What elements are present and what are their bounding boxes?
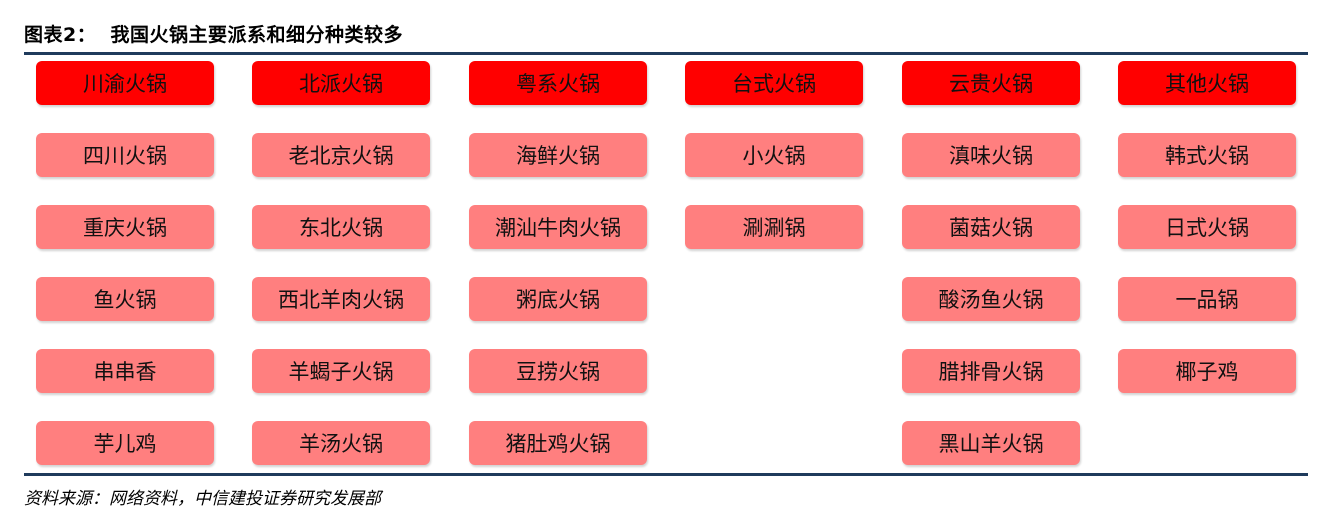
- subtype-tag: 粥底火锅: [469, 277, 647, 321]
- subtype-tag: 猪肚鸡火锅: [469, 421, 647, 465]
- subtype-tag: 羊蝎子火锅: [252, 349, 430, 393]
- figure-title: 图表2： 我国火锅主要派系和细分种类较多: [24, 24, 403, 46]
- subtype-tag: 鱼火锅: [36, 277, 214, 321]
- subtype-tag: 串串香: [36, 349, 214, 393]
- subtype-tag: 涮涮锅: [685, 205, 863, 249]
- subtype-tag: 腊排骨火锅: [902, 349, 1080, 393]
- subtype-tag: 重庆火锅: [36, 205, 214, 249]
- subtype-tag: 四川火锅: [36, 133, 214, 177]
- category-header: 北派火锅: [252, 61, 430, 105]
- subtype-tag: 西北羊肉火锅: [252, 277, 430, 321]
- subtype-tag: 椰子鸡: [1118, 349, 1296, 393]
- subtype-tag: 黑山羊火锅: [902, 421, 1080, 465]
- subtype-tag: 酸汤鱼火锅: [902, 277, 1080, 321]
- subtype-tag: 韩式火锅: [1118, 133, 1296, 177]
- hotpot-category-grid: 川渝火锅四川火锅重庆火锅鱼火锅串串香芋儿鸡 北派火锅老北京火锅东北火锅西北羊肉火锅…: [36, 61, 1296, 467]
- figure-header: 图表2： 我国火锅主要派系和细分种类较多: [24, 14, 1306, 50]
- category-header: 台式火锅: [685, 61, 863, 105]
- category-header: 其他火锅: [1118, 61, 1296, 105]
- subtype-tag: 日式火锅: [1118, 205, 1296, 249]
- subtype-tag: 菌菇火锅: [902, 205, 1080, 249]
- top-rule: [24, 52, 1308, 55]
- category-header: 川渝火锅: [36, 61, 214, 105]
- source-note: 资料来源：网络资料，中信建投证券研究发展部: [24, 489, 381, 509]
- subtype-tag: 滇味火锅: [902, 133, 1080, 177]
- subtype-tag: 羊汤火锅: [252, 421, 430, 465]
- subtype-tag: 豆捞火锅: [469, 349, 647, 393]
- subtype-tag: 一品锅: [1118, 277, 1296, 321]
- bottom-rule: [24, 473, 1308, 476]
- category-header: 粤系火锅: [469, 61, 647, 105]
- subtype-tag: 芋儿鸡: [36, 421, 214, 465]
- subtype-tag: 老北京火锅: [252, 133, 430, 177]
- subtype-tag: 海鲜火锅: [469, 133, 647, 177]
- subtype-tag: 东北火锅: [252, 205, 430, 249]
- category-header: 云贵火锅: [902, 61, 1080, 105]
- subtype-tag: 潮汕牛肉火锅: [469, 205, 647, 249]
- subtype-tag: 小火锅: [685, 133, 863, 177]
